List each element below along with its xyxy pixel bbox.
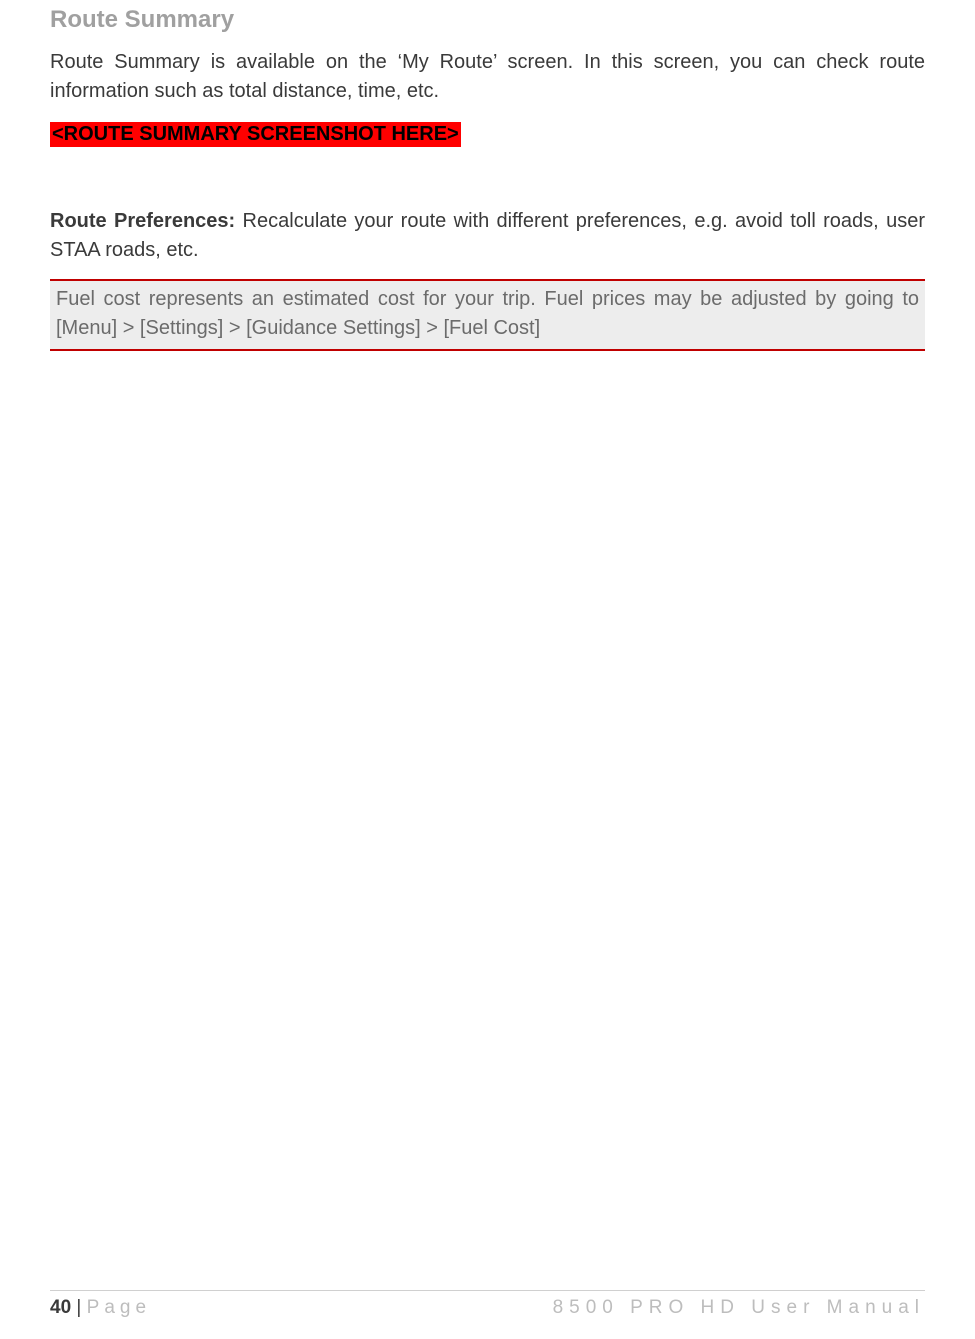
page-number: 40 xyxy=(50,1297,71,1318)
fuel-cost-note: Fuel cost represents an estimated cost f… xyxy=(50,279,925,351)
section-heading: Route Summary xyxy=(50,0,925,48)
footer-separator: | xyxy=(71,1297,87,1318)
footer-left: 40 | Page xyxy=(50,1297,151,1319)
page-footer: 40 | Page 8500 PRO HD User Manual xyxy=(50,1290,925,1319)
page-word: Page xyxy=(87,1297,151,1318)
screenshot-placeholder: <ROUTE SUMMARY SCREENSHOT HERE> xyxy=(50,122,461,147)
intro-paragraph: Route Summary is available on the ‘My Ro… xyxy=(50,48,925,122)
route-preferences-paragraph: Route Preferences: Recalculate your rout… xyxy=(50,207,925,279)
document-title: 8500 PRO HD User Manual xyxy=(553,1297,925,1319)
route-preferences-label: Route Preferences: xyxy=(50,210,235,232)
